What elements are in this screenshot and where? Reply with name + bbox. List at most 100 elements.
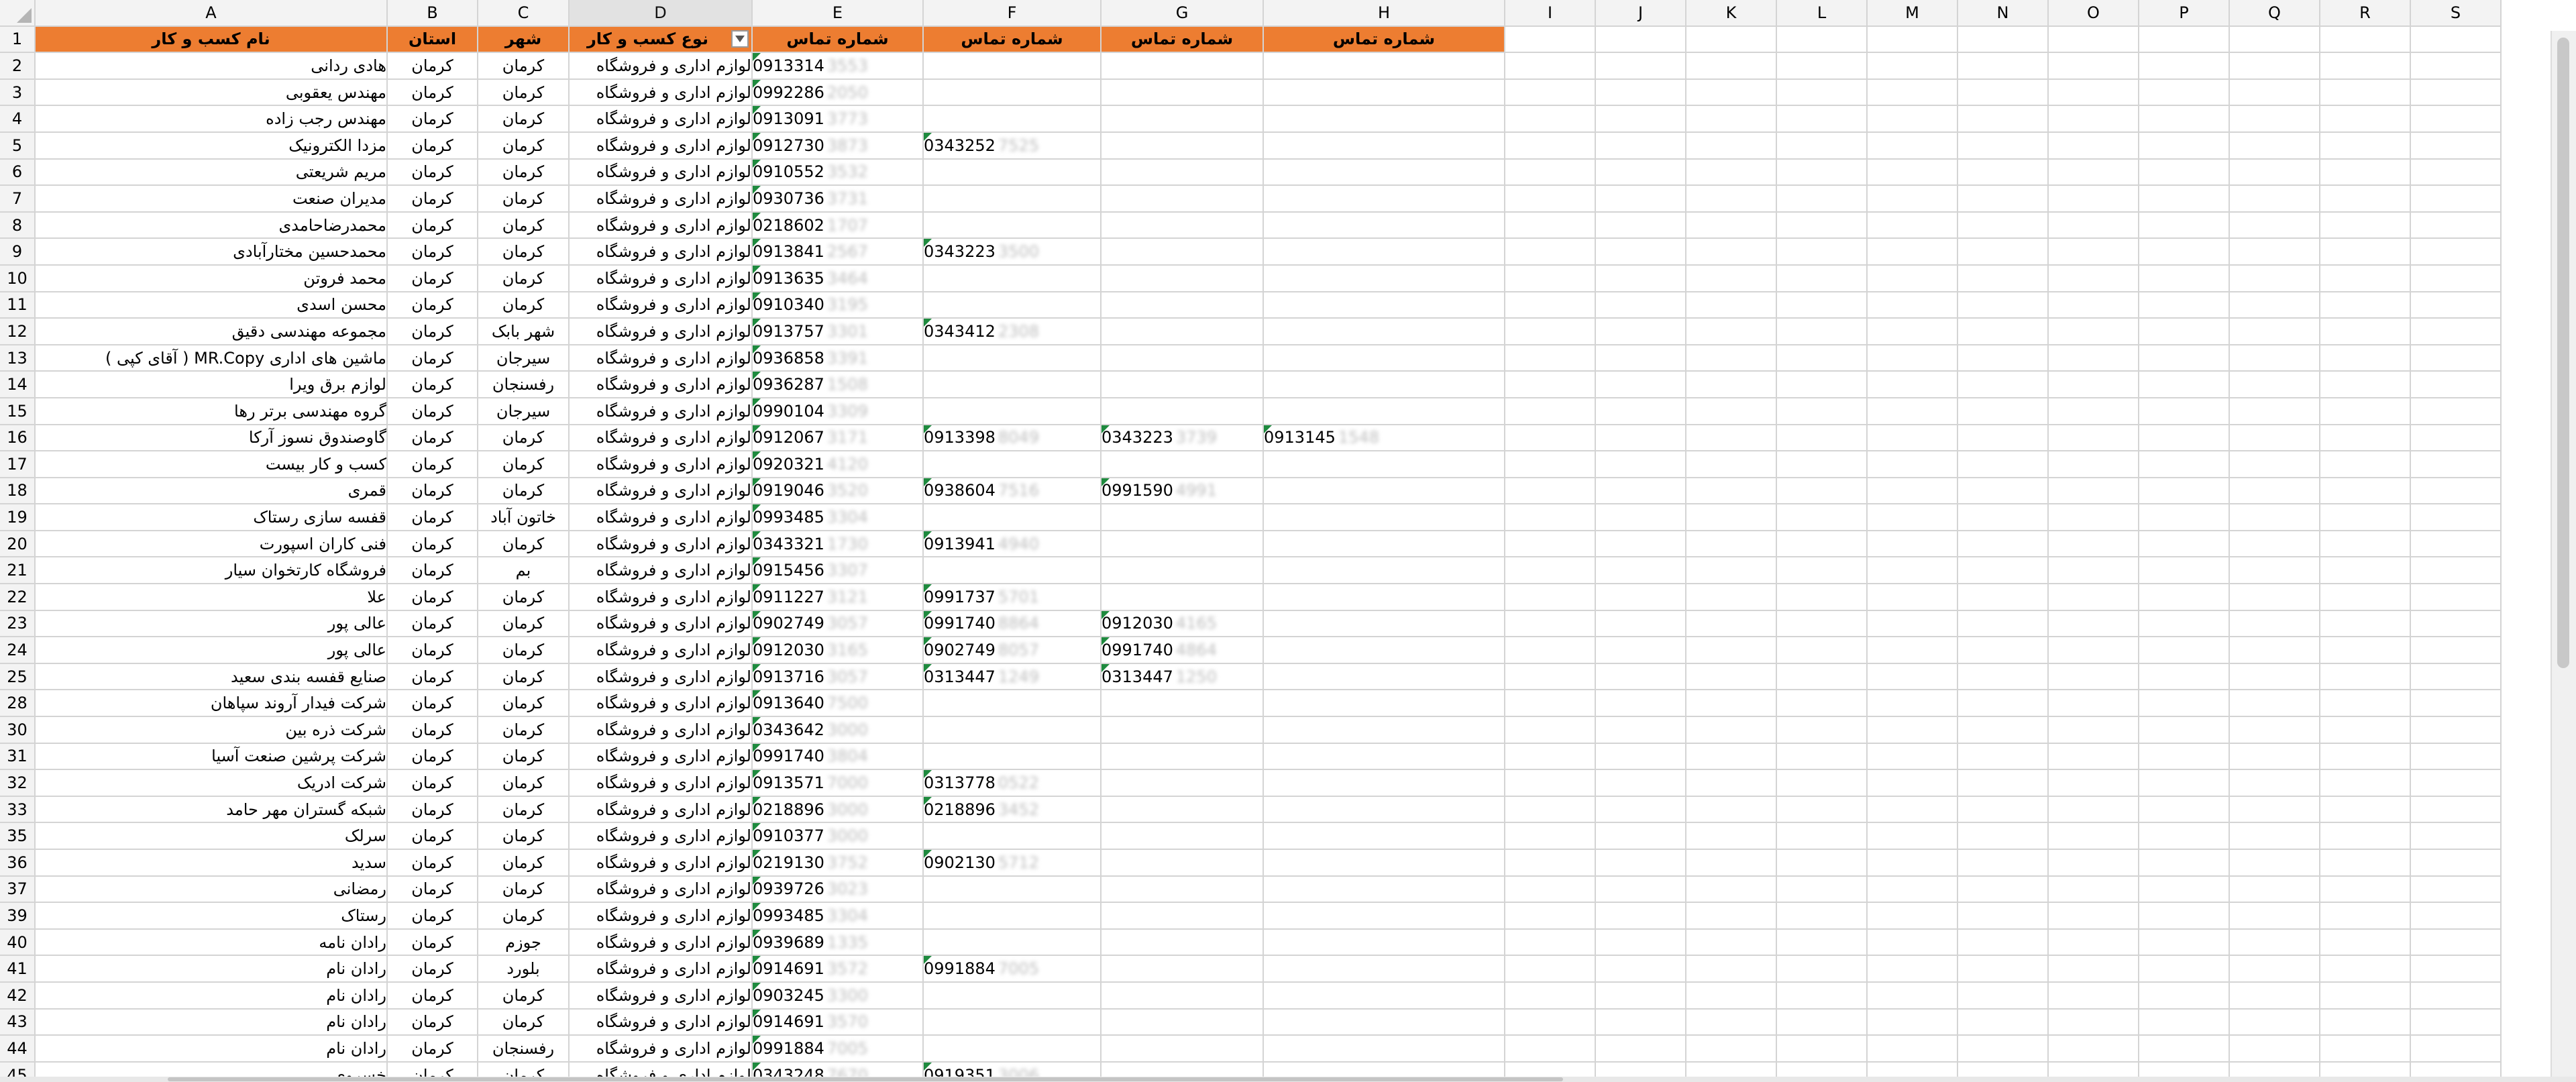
cell-phone-3[interactable] [1101,451,1264,478]
cell[interactable] [2229,131,2320,160]
cell[interactable] [1505,451,1596,478]
cell[interactable] [2229,424,2320,452]
cell[interactable] [2320,822,2411,850]
cell-phone-3[interactable] [1101,318,1264,345]
row-header[interactable]: 5 [0,131,36,160]
cell-business-type[interactable]: لوازم اداری و فروشگاه [569,637,753,664]
cell-business-type[interactable]: لوازم اداری و فروشگاه [569,105,753,133]
row-header[interactable]: 7 [0,185,36,213]
cell[interactable] [2410,796,2502,824]
cell[interactable] [1686,78,1777,107]
cell-phone-3[interactable] [1101,981,1264,1010]
cell[interactable] [1686,211,1777,239]
cell[interactable] [1595,663,1686,691]
cell-business-type[interactable]: لوازم اداری و فروشگاه [569,902,753,930]
cell[interactable] [1776,451,1868,478]
cell-phone-1[interactable]: 0939726 3023 [752,875,924,904]
cell[interactable] [1957,318,2049,345]
cell[interactable] [2410,52,2502,80]
cell[interactable] [1867,504,1958,531]
row-header[interactable]: 8 [0,211,36,239]
cell[interactable] [2229,981,2320,1010]
cell-city[interactable]: سیرجان [478,344,570,372]
cell[interactable] [1595,981,1686,1010]
cell-phone-1[interactable]: 0919046 3520 [752,477,924,505]
cell-phone-1[interactable]: 0913841 2567 [752,238,924,266]
cell[interactable] [1505,291,1596,319]
cell[interactable] [1595,955,1686,983]
cell[interactable] [2229,875,2320,904]
cell-phone-4[interactable] [1263,716,1505,744]
cell[interactable] [2048,238,2139,266]
cell[interactable] [1867,663,1958,691]
cell[interactable] [1686,185,1777,213]
cell[interactable] [1595,451,1686,478]
cell-business-name[interactable]: رادان نامه [35,928,388,957]
column-header-D[interactable]: D [569,0,753,27]
cell-province[interactable]: کرمان [387,158,478,186]
cell-phone-3[interactable] [1101,238,1264,266]
cell-city[interactable]: کرمان [478,1008,570,1036]
cell[interactable] [2320,637,2411,664]
column-header-A[interactable]: A [35,0,388,27]
cell[interactable] [2410,902,2502,930]
cell-province[interactable]: کرمان [387,743,478,771]
column-header-F[interactable]: F [923,0,1102,27]
cell[interactable] [1686,105,1777,133]
cell-phone-3[interactable] [1101,52,1264,80]
cell-phone-3[interactable] [1101,690,1264,718]
cell-phone-1[interactable]: 0913757 3301 [752,318,924,345]
cell[interactable] [2048,424,2139,452]
row-header[interactable]: 37 [0,875,36,904]
cell-phone-2[interactable]: 0343252 7525 [923,131,1102,160]
cell-phone-1[interactable]: 0993485 3304 [752,902,924,930]
cell-city[interactable]: کرمان [478,822,570,850]
cell[interactable] [1776,716,1868,744]
cell[interactable] [2139,371,2230,398]
select-all-button[interactable] [0,0,36,27]
cell[interactable] [2410,105,2502,133]
cell[interactable] [1776,584,1868,611]
cell-province[interactable]: کرمان [387,769,478,797]
cell-business-name[interactable]: شرکت ذره بین [35,716,388,744]
cell-business-name[interactable]: کسب و کار بیست [35,451,388,478]
cell[interactable] [1686,238,1777,266]
cell-phone-2[interactable] [923,743,1102,771]
cell[interactable] [2139,796,2230,824]
cell[interactable] [1686,52,1777,80]
cell[interactable] [2139,875,2230,904]
cell[interactable] [2048,955,2139,983]
cell-business-type[interactable]: لوازم اداری و فروشگاه [569,981,753,1010]
cell-phone-3[interactable] [1101,849,1264,877]
cell[interactable] [1505,477,1596,505]
cell-phone-3[interactable] [1101,105,1264,133]
cell[interactable] [1867,557,1958,585]
cell[interactable] [1595,424,1686,452]
cell-phone-2[interactable]: 0902749 8057 [923,637,1102,664]
cell-phone-4[interactable] [1263,875,1505,904]
cell-phone-4[interactable] [1263,743,1505,771]
cell-city[interactable]: جوزم [478,928,570,957]
cell-business-name[interactable]: هادی ردانی [35,52,388,80]
cell-phone-3[interactable] [1101,796,1264,824]
cell-phone-2[interactable] [923,397,1102,425]
cell-phone-4[interactable] [1263,1008,1505,1036]
row-header[interactable]: 14 [0,371,36,398]
cell-business-name[interactable]: محسن اسدی [35,291,388,319]
cell[interactable] [1957,796,2049,824]
cell[interactable] [1957,849,2049,877]
cell-phone-4[interactable]: 0913145 1548 [1263,424,1505,452]
cell[interactable] [1505,158,1596,186]
cell[interactable] [2048,530,2139,558]
cell[interactable] [1505,344,1596,372]
cell-phone-1[interactable]: 0920321 4120 [752,451,924,478]
cell[interactable] [2320,211,2411,239]
row-header[interactable]: 18 [0,477,36,505]
cell-city[interactable]: کرمان [478,424,570,452]
column-header-H[interactable]: H [1263,0,1505,27]
cell[interactable] [2320,52,2411,80]
cell[interactable] [2320,769,2411,797]
cell-province[interactable]: کرمان [387,849,478,877]
cell-phone-3[interactable] [1101,211,1264,239]
cell[interactable] [1957,637,2049,664]
